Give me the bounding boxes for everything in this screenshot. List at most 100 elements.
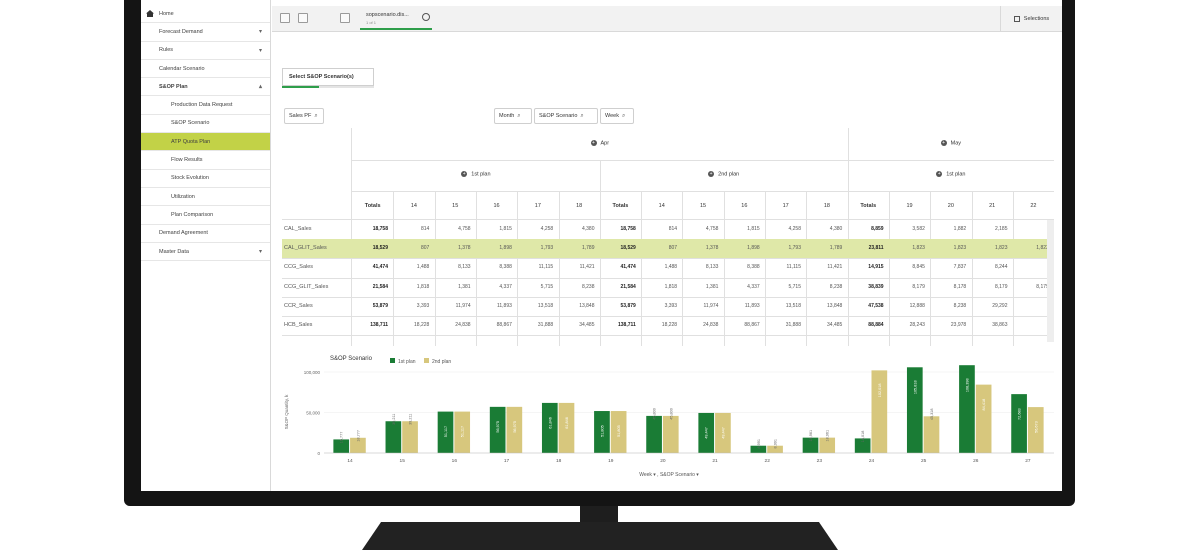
legend-label: 1st plan xyxy=(398,359,416,365)
sidebar-item-rules[interactable]: Rules ▾ xyxy=(141,42,270,60)
row-label: CCR_Sales xyxy=(284,302,313,309)
sidebar-item-master-data[interactable]: Master Data ▾ xyxy=(141,243,270,262)
table-cell: 1,823 xyxy=(994,245,1008,252)
table-cell: 1,818 xyxy=(664,283,678,290)
bar xyxy=(871,370,888,453)
table-cell: 4,758 xyxy=(458,226,471,232)
sidebar-item-home[interactable]: Home xyxy=(141,5,270,24)
sidebar-item-forecast-demand[interactable]: Forecast Demand ▾ xyxy=(141,23,270,42)
column-header: Totals xyxy=(860,203,877,209)
table-cell: 5,715 xyxy=(788,283,801,290)
sidebar-item-utilization[interactable]: Utilization xyxy=(141,188,270,207)
divider-icon xyxy=(316,13,326,23)
pivot-hline xyxy=(352,191,1054,192)
filter-sales-pf[interactable]: Sales PF ⌕ xyxy=(284,108,324,124)
expand-icon[interactable]: + xyxy=(936,171,943,177)
sidebar-item-s-op-scenario[interactable]: S&OP Scenario xyxy=(141,115,270,134)
table-cell: 1,789 xyxy=(581,245,595,252)
table-cell: 1,898 xyxy=(747,245,760,252)
bar-data-label: 49,447 xyxy=(705,427,709,439)
bar xyxy=(385,421,402,453)
table-cell: 1,488 xyxy=(416,264,430,271)
table-cell: 31,888 xyxy=(537,322,554,328)
plan-header[interactable]: +2nd plan xyxy=(600,171,848,177)
expand-icon[interactable]: + xyxy=(461,171,468,177)
bar-data-label: 108,398 xyxy=(965,378,969,392)
selections-button[interactable]: Selections xyxy=(1000,6,1062,32)
table-cell: 18,529 xyxy=(372,245,388,252)
column-header: Totals xyxy=(612,203,629,209)
table-cell: 24,838 xyxy=(455,322,471,328)
row-label: CCG_GLIT_Sales xyxy=(284,283,329,290)
back-icon[interactable] xyxy=(280,13,290,23)
x-tick-label: 23 xyxy=(817,458,823,464)
sheet-icon[interactable] xyxy=(340,13,350,23)
sidebar-item-atp-quota-plan[interactable]: ATP Quota Plan xyxy=(141,133,270,152)
sidebar-item-stock-evolution[interactable]: Stock Evolution xyxy=(141,170,270,188)
sidebar-item-plan-comparison[interactable]: Plan Comparison xyxy=(141,206,270,225)
main-content: sopscenario.dis... 1 of 1 Selections Sel… xyxy=(272,0,1062,491)
table-cell: 1,882 xyxy=(953,226,967,232)
sidebar-item-s-op-plan[interactable]: S&OP Plan ▴ xyxy=(141,78,270,97)
chevron-down-icon: ▾ xyxy=(258,47,262,54)
table-cell: 13,518 xyxy=(785,302,801,309)
sidebar-item-calendar-scenario[interactable]: Calendar Scenario xyxy=(141,60,270,79)
table-cell: 23,811 xyxy=(868,245,884,252)
month-header[interactable]: + May xyxy=(848,140,1055,146)
table-cell: 11,421 xyxy=(579,264,595,271)
table-cell: 807 xyxy=(420,245,430,252)
table-cell: 8,178 xyxy=(953,283,967,290)
search-icon: ⌕ xyxy=(580,112,584,119)
monitor-stand xyxy=(362,522,838,550)
table-cell: 1,381 xyxy=(458,283,471,290)
table-cell: 8,238 xyxy=(953,302,967,309)
bar-data-label: 56,673 xyxy=(1034,421,1038,433)
bar-data-label: 56,975 xyxy=(513,421,517,433)
table-cell: 34,485 xyxy=(827,322,843,328)
table-cell: 1,793 xyxy=(788,245,801,252)
plan-header[interactable]: +1st plan xyxy=(352,171,600,177)
sidebar-item-flow-results[interactable]: Flow Results xyxy=(141,151,270,170)
filter-sales-pf-label: Sales PF xyxy=(289,113,312,119)
column-header: 18 xyxy=(576,203,583,209)
expand-icon[interactable]: + xyxy=(708,171,715,177)
sidebar-item-label: Production Data Request xyxy=(171,102,233,109)
sidebar-item-production-data-request[interactable]: Production Data Request xyxy=(141,96,270,115)
table-cell: 23,978 xyxy=(950,322,967,328)
table-cell: 21,584 xyxy=(372,283,388,290)
gear-icon[interactable] xyxy=(422,13,430,21)
expand-icon[interactable]: + xyxy=(940,140,947,146)
sidebar-item-label: S&OP Scenario xyxy=(171,120,210,127)
home-icon xyxy=(146,10,154,17)
plan-header[interactable]: +1st plan xyxy=(848,171,1055,177)
sidebar-item-label: Stock Evolution xyxy=(171,175,209,182)
bar-data-label: 102,018 xyxy=(878,383,882,397)
table-cell: 1,381 xyxy=(705,283,719,290)
column-header: 15 xyxy=(452,203,459,209)
sidebar-item-demand-agreement[interactable]: Demand Agreement xyxy=(141,225,270,243)
table-cell: 88,867 xyxy=(744,322,760,328)
table-cell: 814 xyxy=(668,226,678,232)
filter-month[interactable]: Month ⌕ xyxy=(494,108,532,124)
pivot-scrollbar[interactable] xyxy=(1047,220,1054,342)
select-scenario-button[interactable]: Select S&OP Scenario(s) xyxy=(282,68,374,86)
table-cell: 11,893 xyxy=(744,302,760,309)
search-icon: ⌕ xyxy=(517,112,521,119)
table-cell: 41,474 xyxy=(620,264,636,271)
table-cell: 18,758 xyxy=(372,226,388,232)
sidebar-item-label: Master Data xyxy=(159,248,189,255)
filter-scenario[interactable]: S&OP Scenario ⌕ xyxy=(534,108,598,124)
table-cell: 1,488 xyxy=(664,264,678,271)
bar-data-label: 51,117 xyxy=(444,426,448,437)
sheet-tab[interactable]: sopscenario.dis... 1 of 1 xyxy=(360,8,432,30)
table-cell: 1,789 xyxy=(829,245,843,252)
month-header[interactable]: + Apr xyxy=(352,140,848,146)
filter-week[interactable]: Week ⌕ xyxy=(600,108,634,124)
legend-label: 2nd plan xyxy=(432,359,451,365)
table-cell: 1,898 xyxy=(499,245,512,252)
expand-icon[interactable]: + xyxy=(590,140,597,146)
y-tick-label: 0 xyxy=(317,451,320,456)
table-cell: 1,818 xyxy=(416,283,430,290)
forward-icon[interactable] xyxy=(298,13,308,23)
table-cell: 11,115 xyxy=(538,264,554,271)
